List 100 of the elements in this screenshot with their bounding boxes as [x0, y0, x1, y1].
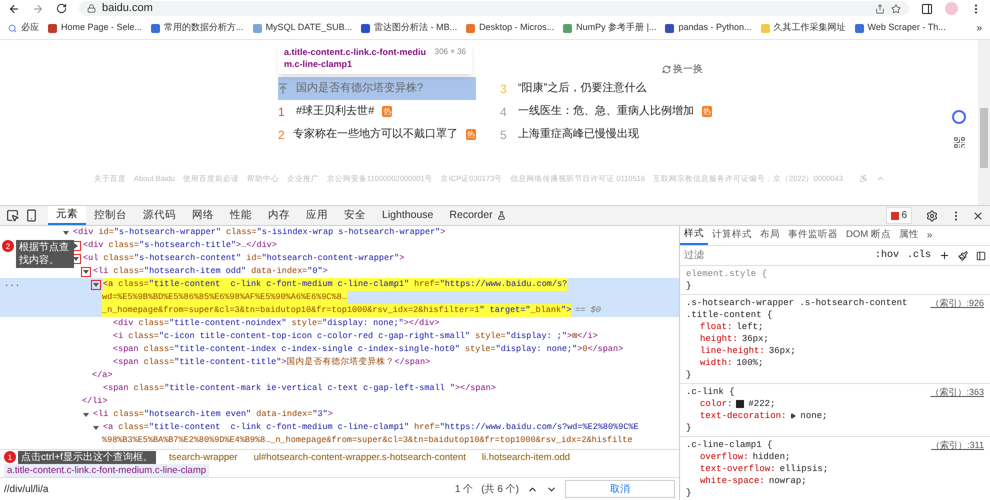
selector-text: a.title-content.c-link.c-font-medium.c-line-clamp1 [284, 46, 427, 70]
sidebar-toggle-icon[interactable] [976, 250, 986, 260]
dom-node-line[interactable]: <span class="title-content-index c-index-single c-index-single-hot0" style="display: none;">0</span> [102, 343, 679, 356]
property-name: overflow: [700, 451, 749, 463]
share-icon[interactable] [875, 4, 885, 14]
hot-badge: 热 [702, 106, 712, 117]
devtools-tab[interactable]: 元素 [48, 206, 86, 225]
dom-node-line[interactable]: <a class="title-content c-link c-font-medium c-line-clamp1" href="https://www.baidu.com/s?wd=%E2%80%9C%E %98%B3%E5%BA%B7%E2%80%9D%E4%B9%8…_n_homepage&from=super&cl=3&tn=baidutop10&fr=top1000&rsv_idx=2&hisfilte [92, 421, 679, 447]
dom-node-line[interactable]: <i class="c-icon title-content-top-icon c-color-red c-gap-right-small" style="display: ;">⊠</i> [102, 330, 679, 343]
devtools-tab[interactable]: 性能 [222, 206, 260, 225]
qr-code-icon[interactable] [952, 136, 966, 149]
hot-search-item[interactable]: 5 上海重症高峰已慢慢出现 [500, 123, 730, 146]
collapsed-triangle-icon[interactable] [72, 242, 80, 250]
hot-search-item[interactable]: 2 专家称在一些地方可以不戴口罩了 热 [278, 123, 476, 146]
hot-search-item[interactable]: 1 #球王贝利去世# 热 [278, 100, 476, 123]
plus-icon[interactable] [939, 250, 950, 261]
devtools-tab[interactable]: Lighthouse [374, 206, 442, 225]
source-link[interactable]: （索引）:363 [930, 386, 984, 398]
cls-button[interactable]: .cls [906, 248, 931, 263]
dom-node-line: </a> [92, 369, 112, 382]
expanded-triangle-icon[interactable] [92, 280, 100, 288]
more-tabs-button[interactable]: » [922, 228, 936, 243]
filter-field[interactable]: 过滤 [684, 248, 867, 263]
paintbrush-icon[interactable] [958, 250, 968, 260]
reload-icon[interactable] [56, 3, 67, 14]
devtools-tab[interactable]: 源代码 [135, 206, 184, 225]
hot-search-item[interactable]: 3 “阳康”之后，仍要注意什么 [500, 77, 730, 100]
star-icon[interactable] [891, 4, 901, 14]
dom-node-line[interactable]: <li class="hotsearch-item odd" data-index="0"> [82, 265, 679, 278]
bookmark-item[interactable]: Web Scraper - Th... [854, 21, 946, 35]
devtools-tab[interactable]: 控制台 [86, 206, 135, 225]
back-icon[interactable] [8, 2, 20, 14]
rank-number: 4 [500, 104, 508, 120]
breadcrumb-item[interactable]: tsearch-wrapper [166, 450, 241, 464]
bookmark-item[interactable]: MySQL DATE_SUB... [252, 21, 352, 35]
forward-icon[interactable] [32, 2, 44, 14]
styles-tab[interactable]: 计算样式 [708, 226, 756, 245]
bookmark-item[interactable]: Desktop - Micros... [466, 21, 554, 35]
dom-node-line[interactable]: <div id="s-hotsearch-wrapper" class="s-isindex-wrap s-hotsearch-wrapper"> [62, 226, 679, 239]
hot-search-title[interactable]: “阳康”之后，仍要注意什么 [518, 80, 646, 97]
bookmark-item[interactable]: 久其工作采集网址 [760, 21, 846, 35]
bookmark-item[interactable]: 常用的数据分析方... [151, 21, 244, 35]
devtools-tab[interactable]: 网络 [184, 206, 222, 225]
hot-search-title[interactable]: 一线医生：危、急、重病人比例增加 [518, 103, 694, 120]
close-icon[interactable] [972, 210, 984, 222]
styles-tab[interactable]: 布局 [756, 226, 784, 245]
expanded-triangle-icon[interactable] [92, 424, 100, 432]
source-link[interactable]: （索引）:311 [931, 439, 984, 451]
more-bookmarks-button[interactable]: » [976, 20, 982, 36]
breadcrumb-item[interactable]: ul#hotsearch-content-wrapper.s-hotsearch-content [250, 450, 469, 464]
bookmark-item[interactable]: pandas - Python... [665, 21, 752, 35]
hov-button[interactable]: :hov [874, 248, 899, 263]
breadcrumb-item[interactable]: li.hotsearch-item.odd [478, 450, 574, 464]
cancel-button[interactable]: 取消 [565, 480, 675, 498]
expanded-triangle-icon[interactable] [82, 268, 90, 276]
expand-triangle-icon[interactable] [790, 413, 796, 419]
rule-close: } [686, 422, 692, 434]
url-text: baidu.com [102, 1, 153, 16]
rank-number: 5 [500, 126, 508, 144]
bookmark-item[interactable]: Home Page - Sele... [48, 21, 142, 35]
inspect-icon[interactable] [6, 209, 19, 222]
devtools-tab[interactable]: Recorder [441, 206, 514, 225]
hot-search-item[interactable]: 4 一线医生：危、急、重病人比例增加 热 [500, 100, 730, 123]
color-swatch[interactable] [736, 400, 744, 408]
rule-close: } [686, 369, 692, 381]
bookmark-item[interactable]: 必应 [8, 21, 39, 35]
devtools-tab[interactable]: 应用 [298, 206, 336, 225]
error-badge[interactable]: 6 [886, 207, 912, 224]
hot-search-title[interactable]: #球王贝利去世# [296, 103, 374, 120]
bookmark-item[interactable]: 雷达图分析法 - MB... [361, 21, 458, 35]
property-value: left; [736, 321, 764, 333]
dom-node-line[interactable]: <span class="title-content-mark ie-vertical c-text c-gap-left-small "></span> [92, 382, 679, 395]
refresh-link[interactable]: 换一换 [662, 62, 703, 77]
hot-search-title[interactable]: 专家称在一些地方可以不戴口罩了 [293, 126, 458, 143]
bookmark-item[interactable]: NumPy 参考手册 |... [563, 21, 656, 35]
styles-tab[interactable]: 样式 [680, 226, 708, 245]
styles-tab[interactable]: DOM 断点 [842, 226, 895, 245]
styles-tab[interactable]: 事件监听器 [784, 226, 842, 245]
dom-node-line[interactable]: <div class="title-content-noindex" style="display: none;"></div> [102, 317, 679, 330]
dom-node-line[interactable]: <div class="s-hotsearch-title">…</div> [72, 239, 679, 252]
devtools-tab[interactable]: 内存 [260, 206, 298, 225]
breadcrumb-item[interactable]: a.title-content.c-link.c-font-medium.c-line-clamp [4, 464, 210, 476]
dom-node-line[interactable]: <li class="hotsearch-item even" data-index="3"> [82, 408, 679, 421]
styles-tab[interactable]: 属性 [894, 226, 923, 245]
dom-node-line[interactable]: <span class="title-content-title">国内是否有德尔塔变异株？</span> [102, 356, 679, 369]
callout-text: 点击ctrl+f显示出这个查询框。 [18, 450, 156, 464]
source-link[interactable]: （索引）:926 [930, 297, 984, 309]
expanded-triangle-icon[interactable] [72, 254, 80, 262]
settings-icon[interactable] [926, 210, 938, 222]
side-panel-icon[interactable] [921, 2, 933, 14]
devtools-tab[interactable]: 安全 [336, 206, 374, 225]
address-bar[interactable]: baidu.com [79, 1, 909, 16]
rule-selector: .title-content { [686, 309, 772, 321]
device-icon[interactable] [25, 209, 38, 222]
expanded-triangle-icon[interactable] [82, 410, 90, 418]
search-field[interactable]: //div/ul/li/a [4, 482, 447, 496]
rule-selector: .s-hotsearch-wrapper .s-hotsearch-content [686, 297, 908, 309]
expanded-triangle-icon[interactable] [62, 228, 70, 236]
dom-node-line[interactable]: <ul class="s-hotsearch-content" id="hotsearch-content-wrapper"> [72, 252, 679, 265]
hot-search-title[interactable]: 上海重症高峰已慢慢出现 [518, 126, 639, 143]
